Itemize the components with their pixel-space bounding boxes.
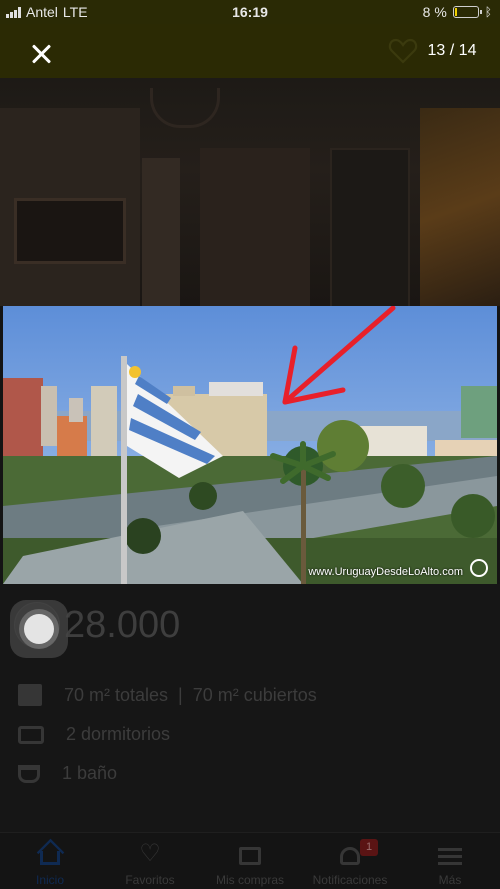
photo-watermark: www.UruguayDesdeLoAlto.com: [308, 566, 463, 578]
photo-counter: 13 / 14: [427, 42, 477, 59]
tab-favoritos[interactable]: ♡ Favoritos: [100, 833, 200, 889]
heart-outline-icon[interactable]: [388, 36, 418, 66]
bath-icon: [18, 764, 40, 783]
bedrooms-text: 2 dormitorios: [66, 724, 171, 744]
tab-inicio[interactable]: Inicio: [0, 833, 100, 889]
status-bar: Antel LTE 16:19 8 % ᛒ: [0, 0, 500, 24]
tab-label: Notificaciones: [312, 873, 388, 887]
listing-details: $ 28.000 70 m² totales | 70 m² cubiertos…: [0, 584, 500, 832]
bell-icon: [340, 847, 360, 865]
tab-label: Inicio: [35, 873, 64, 887]
area-icon: [18, 684, 42, 706]
tab-mas[interactable]: Más: [400, 833, 500, 889]
listing-photo[interactable]: www.UruguayDesdeLoAlto.com: [3, 306, 497, 584]
bedrooms-row: 2 dormitorios: [18, 724, 170, 745]
battery-icon: [452, 6, 482, 18]
previous-photo-background: [0, 78, 500, 306]
area-text: 70 m² totales | 70 m² cubiertos: [64, 684, 317, 705]
home-icon: [40, 851, 60, 865]
tab-label: Más: [438, 873, 462, 887]
assistive-touch-button[interactable]: [10, 600, 68, 658]
menu-icon: [438, 848, 462, 865]
price-amount: 28.000: [64, 604, 181, 646]
tab-label: Favoritos: [125, 873, 175, 887]
notification-badge: 1: [360, 839, 378, 856]
tab-mis-compras[interactable]: Mis compras: [200, 833, 300, 889]
heart-icon: ♡: [139, 840, 161, 867]
bathrooms-row: 1 baño: [18, 763, 117, 784]
status-right: 8 % ᛒ: [423, 4, 492, 20]
bottom-tab-bar: Inicio ♡ Favoritos Mis compras 1 Notific…: [0, 832, 500, 889]
close-icon[interactable]: [28, 40, 56, 68]
bag-icon: [239, 847, 261, 865]
area-row: 70 m² totales | 70 m² cubiertos: [18, 684, 317, 706]
bathrooms-text: 1 baño: [62, 763, 118, 783]
tab-label: Mis compras: [215, 873, 284, 887]
battery-percent: 8 %: [422, 4, 447, 20]
bed-icon: [18, 725, 44, 744]
bluetooth-icon: ᛒ: [484, 5, 492, 19]
tab-notificaciones[interactable]: 1 Notificaciones: [300, 833, 400, 889]
